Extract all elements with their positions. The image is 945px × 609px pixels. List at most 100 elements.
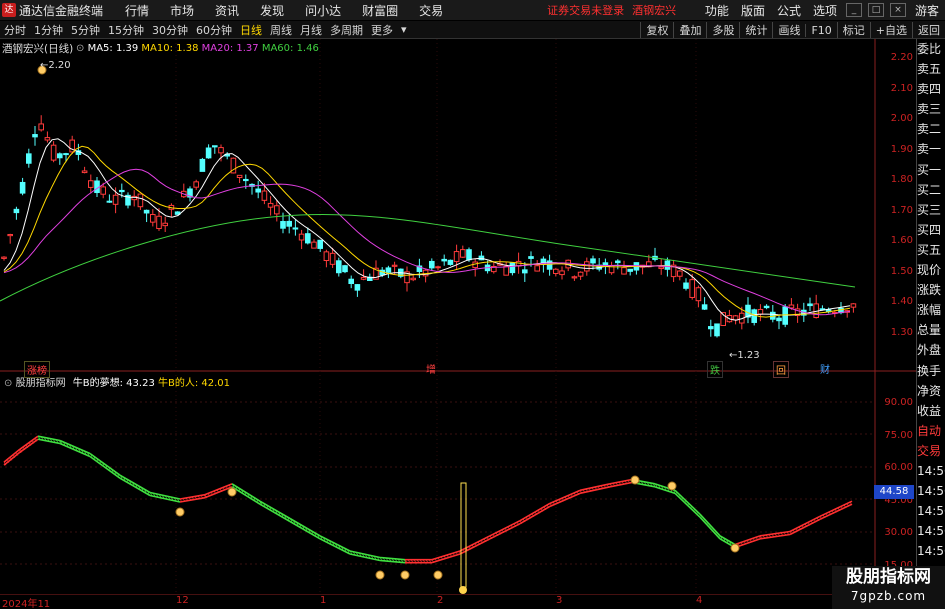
menu-item-xuanxiang[interactable]: 选项 xyxy=(813,2,837,19)
date-tick: 12 xyxy=(176,595,189,606)
menu-item-hangqing[interactable]: 行情 xyxy=(125,2,149,19)
candle-body xyxy=(44,137,51,141)
quote-panel-item[interactable]: 换手 xyxy=(917,361,945,381)
candle-body xyxy=(751,309,758,323)
close-icon[interactable]: × xyxy=(889,3,906,17)
period-multi[interactable]: 多周期 xyxy=(326,22,367,38)
notice-stock-name[interactable]: 酒钢宏兴 xyxy=(632,2,676,18)
marker-die[interactable]: 跌 xyxy=(707,361,723,378)
ma10-label: MA10: 1.38 xyxy=(141,43,199,54)
tongji-button[interactable]: 统计 xyxy=(739,22,772,38)
period-30min[interactable]: 30分钟 xyxy=(148,22,192,38)
ma-legend-icon[interactable]: ⊙ xyxy=(76,43,84,54)
candle-body xyxy=(280,221,286,229)
candle-body xyxy=(522,269,528,274)
period-more[interactable]: 更多 xyxy=(367,22,397,38)
quote-panel-item[interactable]: 收益 xyxy=(917,401,945,421)
period-5min[interactable]: 5分钟 xyxy=(67,22,104,38)
quote-panel-item[interactable]: 买一 xyxy=(917,160,945,180)
ma5-line xyxy=(3,138,851,321)
back-button[interactable]: 返回 xyxy=(912,22,945,38)
menu-item-banmian[interactable]: 版面 xyxy=(741,2,765,19)
quote-panel-item[interactable]: 卖五 xyxy=(917,59,945,79)
quote-panel-item[interactable]: 涨跌 xyxy=(917,280,945,300)
quote-panel-subitem[interactable]: 14:56 xyxy=(917,521,945,541)
candle-body xyxy=(677,270,683,277)
quote-panel-item[interactable]: 买二 xyxy=(917,180,945,200)
menu-item-gongshi[interactable]: 公式 xyxy=(777,2,801,19)
biaoji-button[interactable]: 标记 xyxy=(836,22,870,38)
candle-body xyxy=(732,315,739,321)
high-price-value: 2.20 xyxy=(48,60,71,71)
menu-item-gongneng[interactable]: 功能 xyxy=(705,2,729,19)
period-15min[interactable]: 15分钟 xyxy=(104,22,148,38)
chevron-down-icon[interactable]: ▾ xyxy=(397,23,411,36)
quote-panel-subitem[interactable]: 14:56 xyxy=(917,461,945,481)
period-1min[interactable]: 1分钟 xyxy=(30,22,67,38)
period-weekly[interactable]: 周线 xyxy=(266,22,296,38)
quote-panel-subitem[interactable]: 14:56 xyxy=(917,501,945,521)
f10-button[interactable]: F10 xyxy=(805,23,836,37)
quote-panel-subitem[interactable]: 自动 xyxy=(917,421,945,441)
marker-hui[interactable]: 回 xyxy=(773,361,789,378)
candle-body xyxy=(509,262,516,274)
quote-panel-item[interactable]: 总量 xyxy=(917,320,945,340)
kline-chart-area[interactable] xyxy=(0,39,916,595)
quote-panel-item[interactable]: 卖二 xyxy=(917,119,945,139)
duogu-button[interactable]: 多股 xyxy=(706,22,739,38)
price-tick-label: 1.30 xyxy=(890,326,913,338)
quote-panel-item[interactable]: 现价 xyxy=(917,260,945,280)
period-daily[interactable]: 日线 xyxy=(236,22,266,38)
trade-login-notice[interactable]: 证券交易未登录 xyxy=(547,2,624,18)
marker-zeng[interactable]: 增 xyxy=(424,361,438,376)
candle-body xyxy=(205,147,212,159)
quote-panel-item[interactable]: 净资 xyxy=(917,381,945,401)
candle-body xyxy=(50,144,57,161)
quote-panel-subitem[interactable]: 14:56 xyxy=(917,481,945,501)
menu-right: 功能 版面 公式 选项 _ □ × 游客 xyxy=(699,0,945,20)
diejia-button[interactable]: 叠加 xyxy=(673,22,706,38)
indicator-line-a xyxy=(89,452,121,476)
quote-panel-item[interactable]: 外盘 xyxy=(917,340,945,360)
menu-item-shichang[interactable]: 市场 xyxy=(170,2,194,19)
candle-body xyxy=(336,260,342,274)
fuquan-button[interactable]: 复权 xyxy=(640,22,673,38)
candle-body xyxy=(850,303,857,308)
menu-item-faxian[interactable]: 发现 xyxy=(260,2,284,19)
huaxian-button[interactable]: 画线 xyxy=(772,22,805,38)
candle-body xyxy=(429,260,435,269)
quote-panel-item[interactable]: 委比 xyxy=(917,39,945,59)
marker-zhangbang[interactable]: 涨榜 xyxy=(24,361,50,378)
menu-item-jiaoyi[interactable]: 交易 xyxy=(419,2,443,19)
quote-panel-subitem[interactable]: 14:56 xyxy=(917,541,945,561)
quote-panel-item[interactable]: 卖三 xyxy=(917,99,945,119)
quote-panel-subitem[interactable]: 交易 xyxy=(917,441,945,461)
quote-panel-item[interactable]: 涨幅 xyxy=(917,300,945,320)
price-tick-label: 1.90 xyxy=(890,143,913,155)
period-fenshi[interactable]: 分时 xyxy=(0,22,30,38)
quote-panel-item[interactable]: 买三 xyxy=(917,200,945,220)
menu-item-zixun[interactable]: 资讯 xyxy=(215,2,239,19)
menu-item-wenxiaoda[interactable]: 问小达 xyxy=(305,2,341,19)
quote-panel-item[interactable]: 买五 xyxy=(917,240,945,260)
candle-body xyxy=(435,266,441,269)
candle-body xyxy=(100,186,107,195)
period-60min[interactable]: 60分钟 xyxy=(192,22,236,38)
quote-panel-item[interactable]: 卖四 xyxy=(917,79,945,99)
candle-body xyxy=(305,233,311,244)
maximize-icon[interactable]: □ xyxy=(867,3,884,17)
quote-panel-item[interactable]: 买四 xyxy=(917,220,945,240)
indicator-line-b xyxy=(674,492,701,518)
guest-label[interactable]: 游客 xyxy=(915,2,939,19)
indicator-line-b xyxy=(699,516,721,540)
quote-panel-item[interactable]: 卖一 xyxy=(917,139,945,159)
minimize-icon[interactable]: _ xyxy=(845,3,862,17)
indicator-legend-icon[interactable]: ⊙ xyxy=(4,378,12,389)
add-watchlist-button[interactable]: +自选 xyxy=(869,22,912,38)
menu-item-caifuquan[interactable]: 财富圈 xyxy=(362,2,398,19)
period-monthly[interactable]: 月线 xyxy=(296,22,326,38)
indicator-title: 股朋指标网 xyxy=(15,378,66,389)
candle-body xyxy=(621,267,627,275)
signal-hand-icon xyxy=(175,507,185,517)
marker-cai[interactable]: 财 xyxy=(818,361,832,376)
